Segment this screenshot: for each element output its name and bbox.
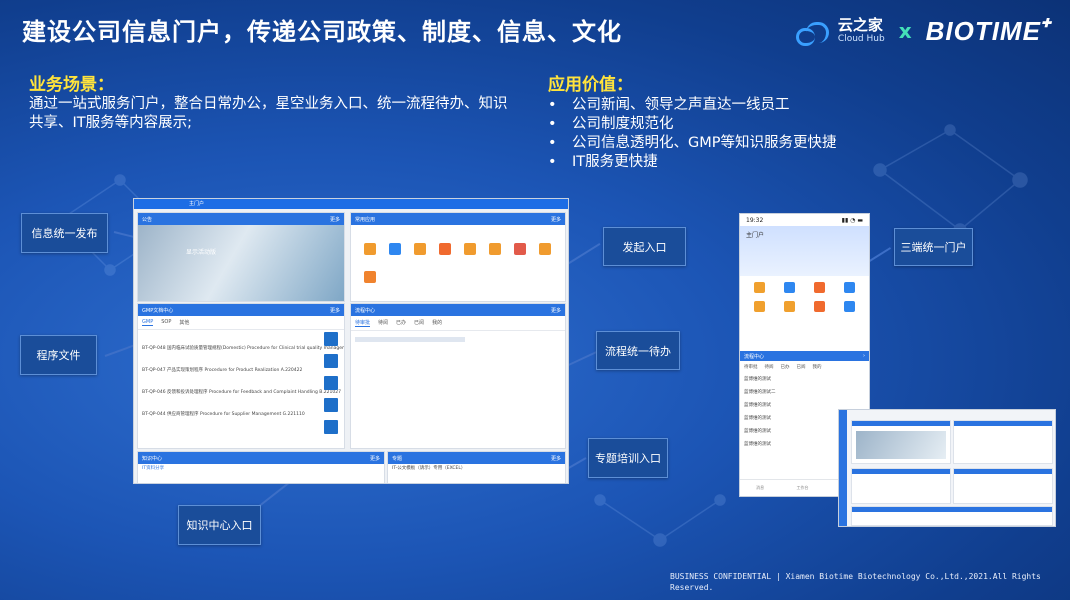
gmp-panel: GMP文档中心 更多 GMP SOP 其他 BT-QP-048 国内临床试验质量管… xyxy=(137,303,345,449)
mobile-tab[interactable]: 已办 xyxy=(781,364,790,370)
training-item[interactable]: IT-公文模板（请示）专用（EXCEL） xyxy=(388,464,565,472)
workflow-panel: 流程中心 更多 待审批 待阅 已办 已阅 我的 xyxy=(350,303,566,449)
mobile-tab[interactable]: 待阅 xyxy=(765,364,774,370)
tab-done[interactable]: 已办 xyxy=(396,319,406,327)
application-value: 应用价值： 公司新闻、领导之声直达一线员工 公司制度规范化 公司信息透明化、GM… xyxy=(548,70,948,172)
mobile-tab[interactable]: 我的 xyxy=(813,364,822,370)
page-title: 建设公司信息门户，传递公司政策、制度、信息、文化 xyxy=(22,18,622,46)
nav-workbench[interactable]: 工作台 xyxy=(796,485,808,491)
document-row[interactable]: BT-QP-044 供应商管理程序 Procedure for Supplier… xyxy=(138,410,344,418)
tab-other[interactable]: 其他 xyxy=(179,319,189,326)
banner-title: 显示活动版 xyxy=(186,249,217,256)
mobile-app-grid xyxy=(740,276,869,320)
mobile-flow-item[interactable]: 蓝博维的测试二 xyxy=(740,383,869,396)
label-info-publish: 信息统一发布 xyxy=(21,213,108,253)
mobile-flow-item[interactable]: 蓝博维的测试 xyxy=(740,373,869,383)
app-icon[interactable] xyxy=(746,282,772,295)
tab-pending[interactable]: 待审批 xyxy=(355,319,371,327)
knowledge-item[interactable]: IT资料分享 xyxy=(138,464,384,472)
footer-confidential: BUSINESS CONFIDENTIAL | Xiamen Biotime B… xyxy=(670,572,1041,592)
value-item: IT服务更快捷 xyxy=(548,153,948,172)
mobile-header: 主门户 xyxy=(740,226,869,276)
app-icon[interactable] xyxy=(776,282,802,295)
tab-to-read[interactable]: 待阅 xyxy=(378,319,388,327)
desktop-client-portal xyxy=(838,409,1056,527)
mobile-tab[interactable]: 待审批 xyxy=(744,364,758,370)
app-icon[interactable] xyxy=(837,282,863,295)
value-item: 公司信息透明化、GMP等知识服务更快捷 xyxy=(548,134,948,153)
announcement-panel: 公告 更多 显示活动版 xyxy=(137,212,345,302)
banner-image: 显示活动版 xyxy=(138,225,344,301)
training-panel: 专题 更多 IT-公文模板（请示）专用（EXCEL） xyxy=(387,451,566,483)
mobile-tab[interactable]: 已阅 xyxy=(797,364,806,370)
label-training-entry: 专题培训入口 xyxy=(588,438,668,478)
value-item: 公司制度规范化 xyxy=(548,115,948,134)
app-icon[interactable] xyxy=(807,301,833,314)
label-three-portal: 三端统一门户 xyxy=(894,228,973,266)
biotime-logo: BIOTIME✚ xyxy=(925,15,1052,46)
business-scenario-heading: 业务场景： xyxy=(29,75,114,95)
application-value-heading: 应用价值： xyxy=(548,75,633,95)
business-scenario-text: 通过一站式服务门户，整合日常办公，星空业务入口、统一流程待办、知识共享、IT服务… xyxy=(29,96,508,131)
value-list: 公司新闻、领导之声直达一线员工 公司制度规范化 公司信息透明化、GMP等知识服务… xyxy=(548,96,948,172)
cross-mark: x xyxy=(898,19,912,43)
document-row[interactable]: BT-QP-046 反馈和投诉处理程序 Procedure for Feedba… xyxy=(138,388,344,396)
knowledge-panel: 知识中心 更多 IT资料分享 xyxy=(137,451,385,483)
portal-topbar: 主门户 xyxy=(134,199,568,209)
nav-messages[interactable]: 消息 xyxy=(756,485,764,491)
document-row[interactable]: BT-QP-047 产品实现策划程序 Procedure for Product… xyxy=(138,366,344,374)
label-launch-entry: 发起入口 xyxy=(603,227,686,266)
business-scenario: 业务场景： 通过一站式服务门户，整合日常办公，星空业务入口、统一流程待办、知识共… xyxy=(29,70,509,133)
app-icon[interactable] xyxy=(776,301,802,314)
app-icon[interactable] xyxy=(807,282,833,295)
app-icon[interactable] xyxy=(837,301,863,314)
label-workflow-todo: 流程统一待办 xyxy=(596,331,680,370)
common-apps-panel: 常用应用 更多 xyxy=(350,212,566,302)
yzj-logo-text: 云之家 xyxy=(837,16,883,34)
document-row[interactable]: BT-QP-048 国内临床试验质量管理规程(Domestic) Procedu… xyxy=(138,344,344,352)
workflow-item[interactable] xyxy=(355,337,465,342)
brand-logo: 云之家 Cloud Hub x BIOTIME✚ xyxy=(795,14,1052,48)
label-knowledge-entry: 知识中心入口 xyxy=(178,505,261,545)
tab-gmp[interactable]: GMP xyxy=(142,319,154,326)
cloud-icon xyxy=(795,20,830,46)
label-procedure-docs: 程序文件 xyxy=(20,335,97,375)
yzj-logo-subtext: Cloud Hub xyxy=(837,34,885,44)
app-icon[interactable] xyxy=(746,301,772,314)
value-item: 公司新闻、领导之声直达一线员工 xyxy=(548,96,948,115)
portal-screenshot: 主门户 公告 更多 显示活动版 常用应用 更多 GMP文档中心 更多 GMP SOP … xyxy=(133,198,569,484)
tab-mine[interactable]: 我的 xyxy=(432,319,442,327)
mobile-flow-item[interactable]: 蓝博维的测试 xyxy=(740,396,869,409)
tab-read[interactable]: 已阅 xyxy=(414,319,424,327)
tab-sop[interactable]: SOP xyxy=(161,319,171,326)
